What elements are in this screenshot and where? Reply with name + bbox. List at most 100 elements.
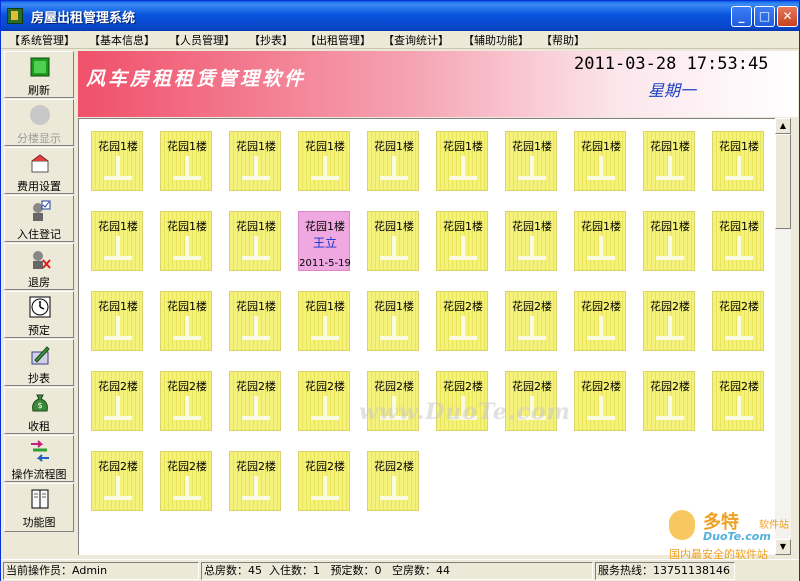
checkout-button[interactable]: 退房 (4, 243, 74, 290)
room-card[interactable]: 花园1楼 (91, 131, 143, 191)
room-card[interactable]: 花园1楼 (643, 131, 695, 191)
room-card[interactable]: 花园2楼 (436, 291, 488, 351)
room-card[interactable]: 花园1楼 (505, 211, 557, 271)
maximize-button[interactable]: □ (754, 6, 775, 27)
room-card[interactable]: 花园1楼 (367, 131, 419, 191)
room-card[interactable]: 花园2楼 (91, 451, 143, 511)
fee-settings-button[interactable]: 费用设置 (4, 147, 74, 194)
maximize-icon: □ (758, 9, 771, 23)
room-name: 花园1楼 (236, 140, 276, 153)
room-card[interactable]: 花园2楼 (298, 451, 350, 511)
room-card[interactable]: 花园1楼 (298, 291, 350, 351)
room-card[interactable]: 花园1楼 (367, 211, 419, 271)
room-card[interactable]: 花园1楼 (574, 131, 626, 191)
room-name: 花园1楼 (512, 140, 552, 153)
room-name: 花园1楼 (305, 300, 345, 313)
room-card[interactable]: 花园1楼 (436, 211, 488, 271)
room-card[interactable]: 花园2楼 (574, 291, 626, 351)
collect-rent-button[interactable]: $ 收租 (4, 387, 74, 434)
function-map-button[interactable]: 功能图 (4, 483, 74, 532)
title-bar[interactable]: 房屋出租管理系统 _ □ ✕ (1, 1, 799, 31)
room-name: 花园2楼 (374, 380, 414, 393)
room-card[interactable]: 花园2楼 (712, 291, 764, 351)
checkin-icon (33, 200, 51, 221)
room-name: 花园1楼 (374, 300, 414, 313)
vacant-room-icon (173, 236, 201, 260)
room-card[interactable]: 花园2楼 (643, 291, 695, 351)
menu-query[interactable]: 【查询统计】 (383, 32, 449, 48)
room-card[interactable]: 花园1楼 (229, 211, 281, 271)
close-icon: ✕ (782, 9, 793, 23)
room-card[interactable]: 花园2楼 (160, 371, 212, 431)
room-card[interactable]: 花园2楼 (712, 371, 764, 431)
room-card[interactable]: 花园2楼 (91, 371, 143, 431)
room-card[interactable]: 花园1楼 (712, 211, 764, 271)
room-card[interactable]: 花园1楼 (712, 131, 764, 191)
room-card[interactable]: 花园2楼 (229, 371, 281, 431)
side-toolbar: 刷新 分楼显示 费用设置 入住登记 退房 预定 抄表 $ 收租 操作流程图 功能… (3, 51, 75, 556)
menu-personnel[interactable]: 【人员管理】 (169, 32, 235, 48)
menu-help[interactable]: 【帮助】 (541, 32, 585, 48)
app-icon[interactable] (7, 8, 23, 24)
meter-button[interactable]: 抄表 (4, 339, 74, 386)
room-card[interactable]: 花园1楼 (298, 131, 350, 191)
checkin-date: 2011-5-19 (299, 258, 351, 269)
flowchart-button[interactable]: 操作流程图 (4, 435, 74, 482)
room-card[interactable]: 花园2楼 (160, 451, 212, 511)
room-card[interactable]: 花园2楼 (574, 371, 626, 431)
vacant-room-icon (104, 396, 132, 420)
room-card[interactable]: 花园1楼 (160, 211, 212, 271)
room-card[interactable]: 花园1楼 (229, 131, 281, 191)
room-card[interactable]: 花园1楼 (505, 131, 557, 191)
room-card[interactable]: 花园1楼 (574, 211, 626, 271)
scroll-up-button[interactable]: ▲ (775, 118, 791, 134)
room-card[interactable]: 花园2楼 (367, 451, 419, 511)
room-name: 花园1楼 (236, 300, 276, 313)
menu-system[interactable]: 【系统管理】 (9, 32, 75, 48)
vacant-room-icon (311, 476, 339, 500)
menu-tools[interactable]: 【辅助功能】 (463, 32, 529, 48)
fee-settings-icon (31, 154, 49, 173)
scroll-thumb[interactable] (775, 134, 791, 229)
room-name: 花园2楼 (98, 460, 138, 473)
reserve-button[interactable]: 预定 (4, 291, 74, 338)
checkin-button[interactable]: 入住登记 (4, 195, 74, 242)
mascot-icon (669, 510, 695, 540)
vacant-room-icon (449, 316, 477, 340)
room-card[interactable]: 花园1楼 (91, 211, 143, 271)
pen-icon (31, 346, 50, 365)
refresh-button[interactable]: 刷新 (4, 51, 74, 98)
vacant-room-icon (380, 476, 408, 500)
room-card[interactable]: 花园1楼 (229, 291, 281, 351)
room-card-occupied[interactable]: 花园1楼 王立 2011-5-19 (298, 211, 351, 271)
room-card[interactable]: 花园1楼 (367, 291, 419, 351)
vacant-room-icon (242, 156, 270, 180)
room-card[interactable]: 花园2楼 (298, 371, 350, 431)
room-name: 花园1楼 (167, 140, 207, 153)
menu-basic-info[interactable]: 【基本信息】 (89, 32, 155, 48)
room-card[interactable]: 花园2楼 (229, 451, 281, 511)
room-card[interactable]: 花园1楼 (91, 291, 143, 351)
room-name: 花园1楼 (305, 220, 345, 233)
menu-rental[interactable]: 【出租管理】 (305, 32, 371, 48)
close-button[interactable]: ✕ (777, 6, 798, 27)
room-name: 花园2楼 (98, 380, 138, 393)
menu-meter[interactable]: 【抄表】 (249, 32, 293, 48)
room-card[interactable]: 花园1楼 (643, 211, 695, 271)
room-name: 花园1楼 (236, 220, 276, 233)
room-card[interactable]: 花园2楼 (643, 371, 695, 431)
room-name: 花园1楼 (443, 140, 483, 153)
room-name: 花园1楼 (374, 220, 414, 233)
minimize-button[interactable]: _ (731, 6, 752, 27)
room-card[interactable]: 花园1楼 (160, 131, 212, 191)
room-name: 花园2楼 (581, 300, 621, 313)
room-name: 花园1楼 (719, 140, 759, 153)
logo-url: DuoTe.com (703, 530, 771, 543)
room-card[interactable]: 花园2楼 (505, 291, 557, 351)
collect-rent-label: 收租 (28, 420, 50, 433)
building-filter-button[interactable]: 分楼显示 (4, 99, 74, 146)
room-card[interactable]: 花园1楼 (436, 131, 488, 191)
vertical-scrollbar[interactable]: ▲ ▼ (775, 118, 791, 555)
room-grid: 花园1楼 花园1楼 花园1楼 花园1楼 花园1楼 花园1楼 花园1楼 花园1楼 花园1楼 花园1楼… (78, 118, 775, 555)
room-card[interactable]: 花园1楼 (160, 291, 212, 351)
